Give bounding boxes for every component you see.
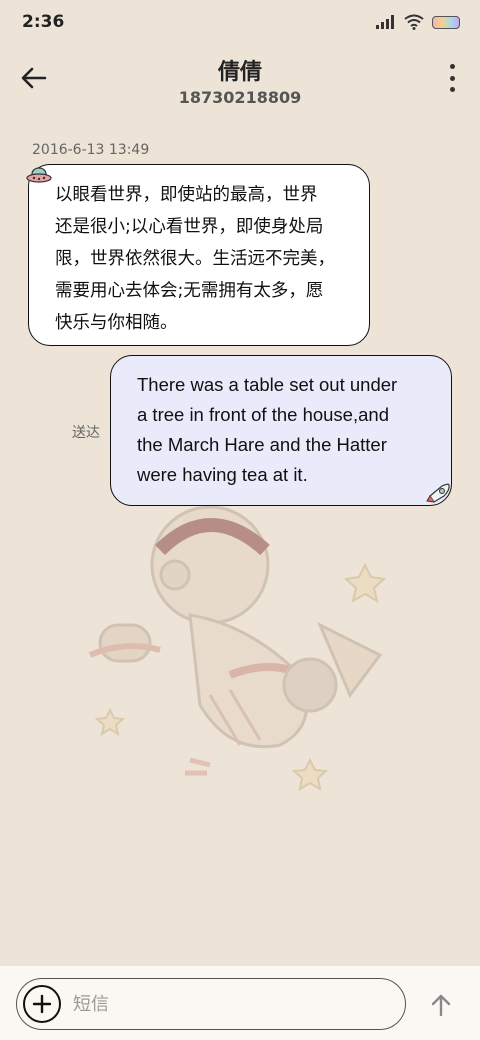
astronaut-rocket-illustration (88, 505, 387, 791)
status-icons (376, 14, 460, 30)
composer-bar (0, 966, 480, 1040)
message-line: 需要用心去体会;无需拥有太多，愿 (55, 281, 324, 301)
incoming-message-bubble[interactable]: 以眼看世界，即使站的最高，世界 还是很小;以心看世界，即使身处局 限，世界依然很… (28, 164, 370, 346)
conversation-header: 倩倩 18730218809 (0, 44, 480, 116)
battery-icon (432, 15, 460, 29)
message-line: 快乐与你相随。 (55, 313, 178, 333)
add-attachment-button[interactable] (23, 985, 61, 1023)
message-line: a tree in front of the house,and (137, 404, 389, 425)
status-bar: 2:36 (0, 0, 480, 44)
message-line: the March Hare and the Hatter (137, 434, 387, 455)
message-line: 限，世界依然很大。生活远不完美， (55, 249, 335, 269)
ufo-sticker-icon (26, 167, 52, 183)
outgoing-message-bubble[interactable]: There was a table set out under a tree i… (110, 355, 452, 506)
send-arrow-icon (431, 994, 451, 1017)
more-vertical-icon (449, 64, 455, 69)
message-line: 以眼看世界，即使站的最高，世界 (55, 185, 318, 205)
message-input[interactable] (73, 987, 393, 1021)
add-icon (32, 994, 52, 1014)
message-line: There was a table set out under (137, 374, 398, 395)
message-line: were having tea at it. (137, 464, 308, 485)
send-button[interactable] (426, 990, 456, 1020)
contact-number: 18730218809 (178, 88, 302, 107)
wifi-icon (404, 14, 424, 30)
contact-title: 倩倩 18730218809 (0, 54, 480, 107)
delivery-status: 送达 (72, 425, 100, 441)
rocket-sticker-icon (426, 483, 450, 503)
message-line: 还是很小;以心看世界，即使身处局 (55, 217, 324, 237)
signal-icon (376, 15, 394, 29)
more-options-button[interactable] (444, 64, 460, 92)
contact-name: 倩倩 (217, 60, 262, 85)
message-timestamp: 2016-6-13 13:49 (32, 142, 150, 158)
status-time: 2:36 (22, 12, 65, 32)
composer-input-container (16, 978, 406, 1030)
